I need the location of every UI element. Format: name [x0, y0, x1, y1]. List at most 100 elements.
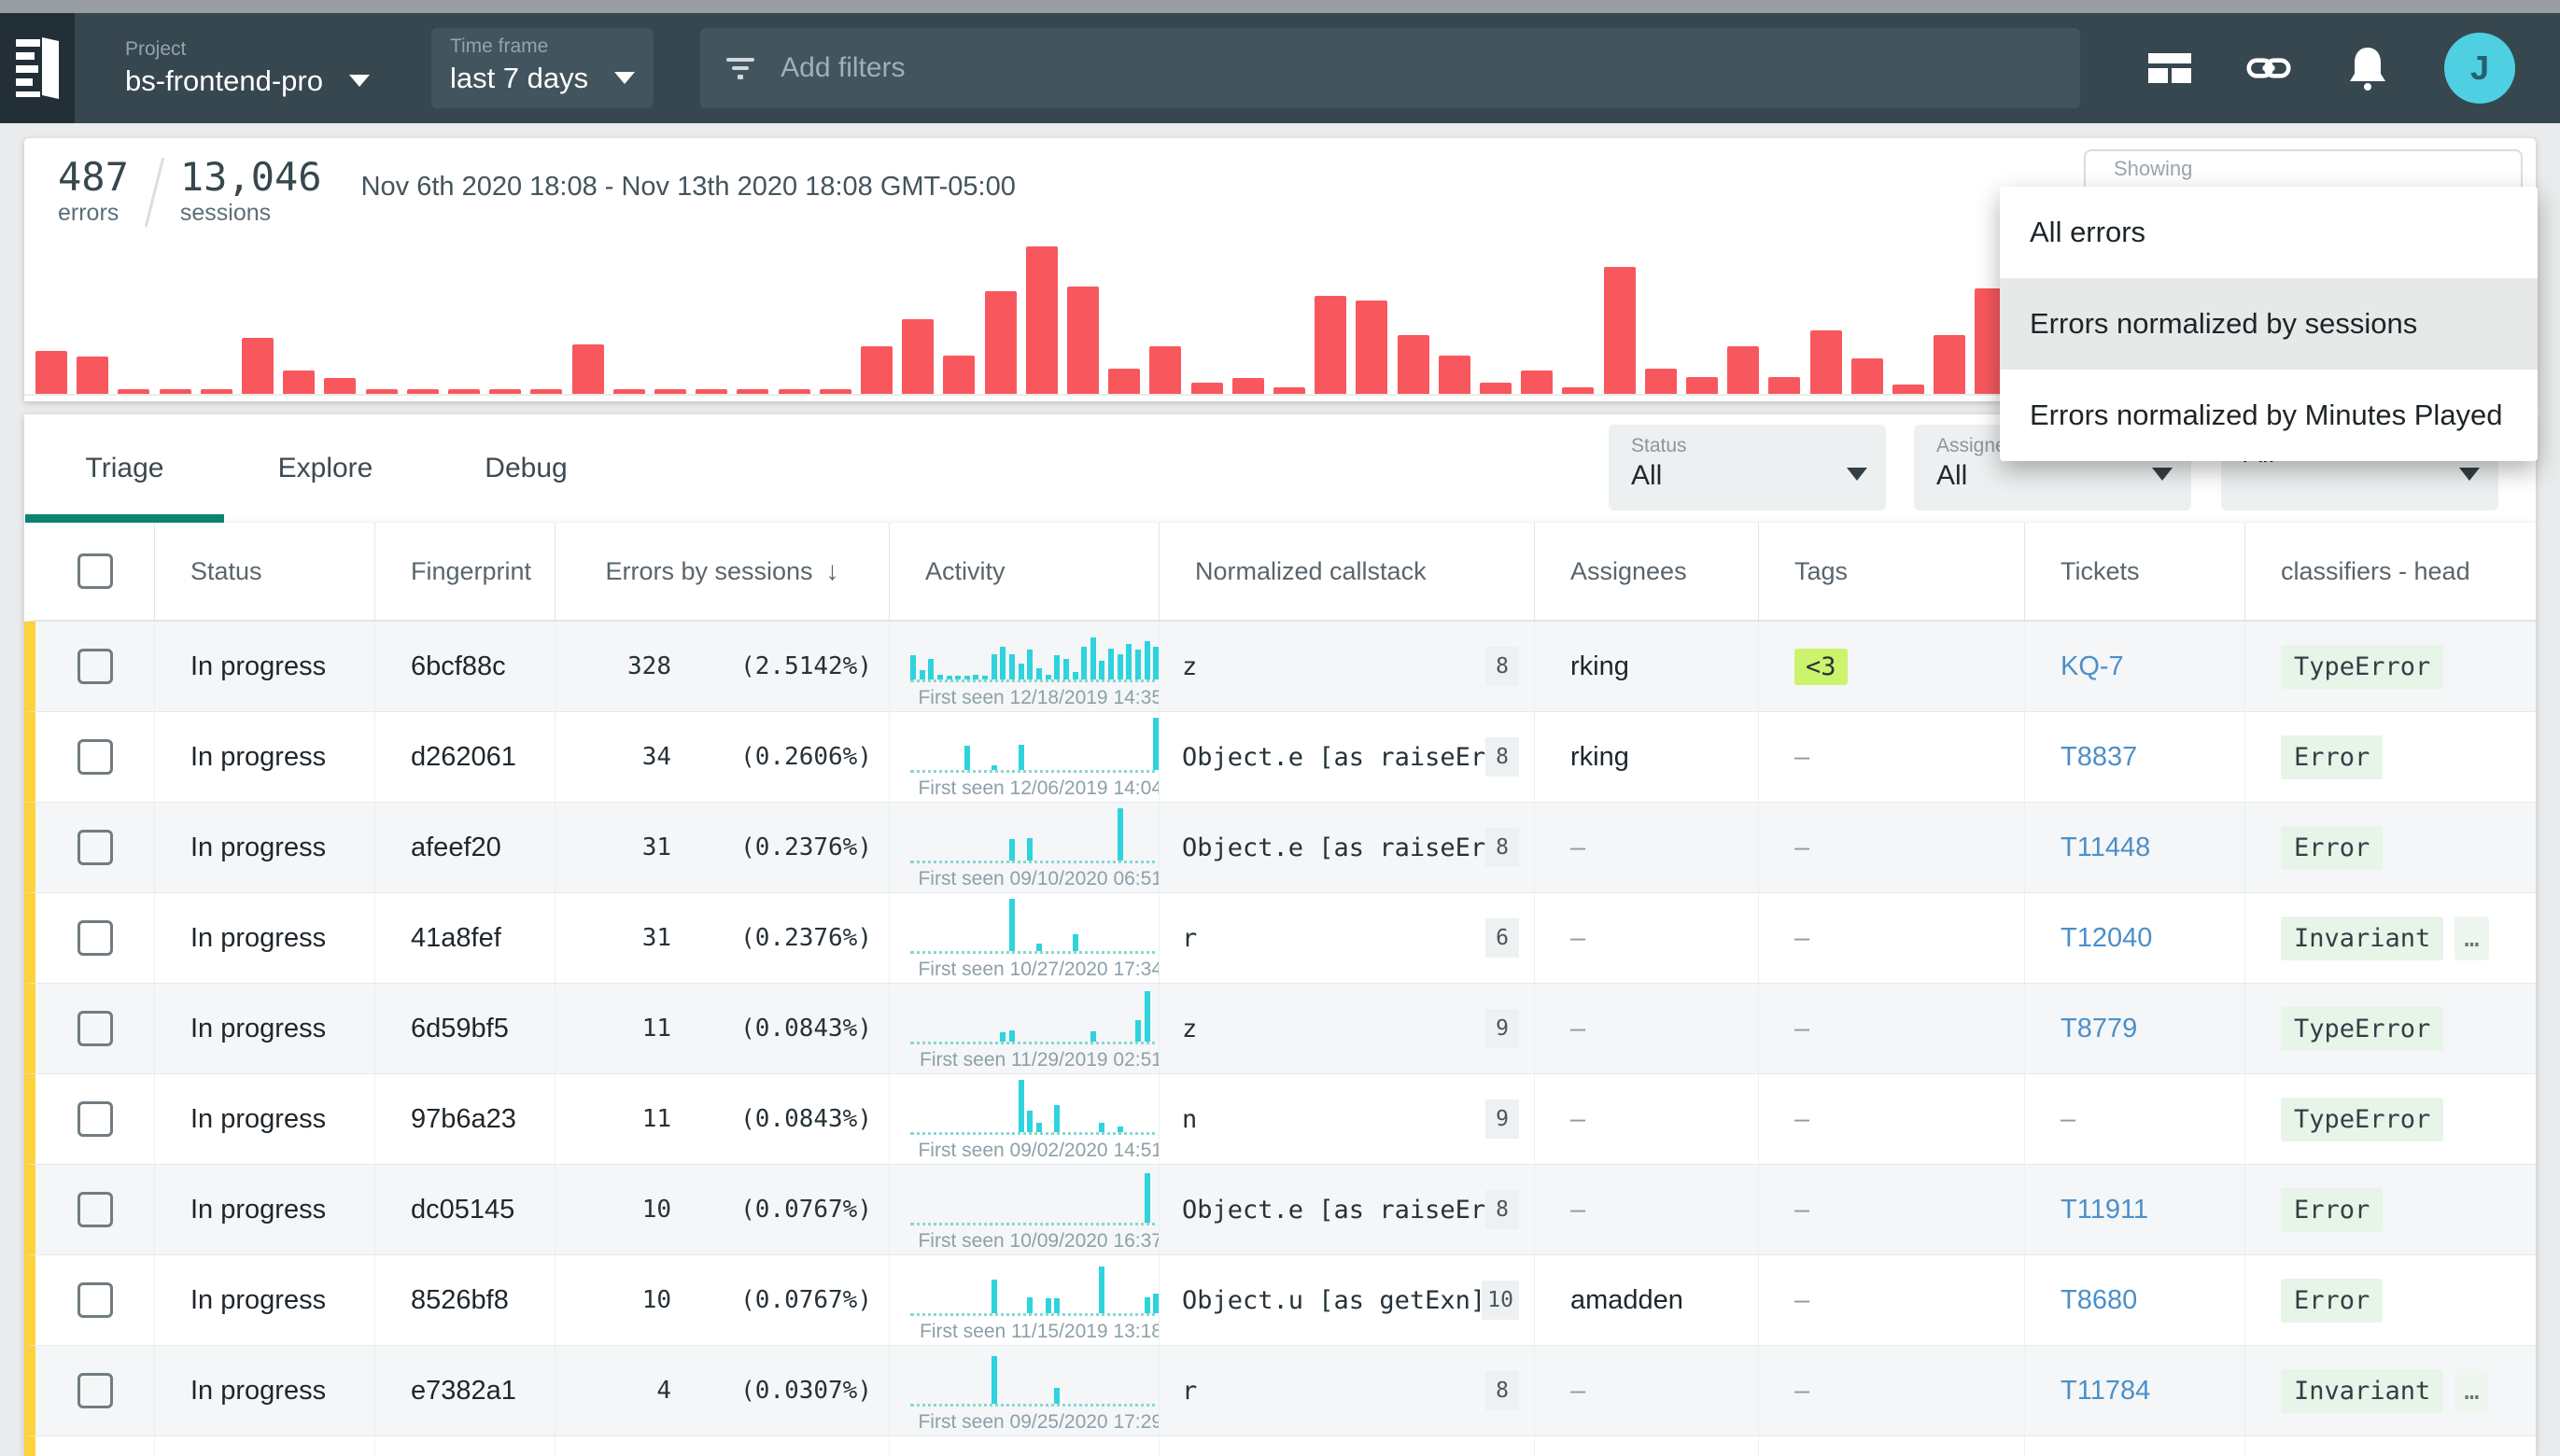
- histogram-bar[interactable]: [1480, 383, 1512, 394]
- histogram-bar[interactable]: [1232, 378, 1264, 394]
- histogram-bar[interactable]: [572, 344, 604, 394]
- row-checkbox[interactable]: [77, 649, 113, 684]
- fingerprint-value[interactable]: 97b6a23: [411, 1104, 516, 1135]
- histogram-bar[interactable]: [737, 389, 768, 394]
- select-all-checkbox[interactable]: [77, 553, 113, 589]
- ticket-link[interactable]: KQ-7: [2061, 651, 2124, 682]
- table-row[interactable]: In progresse7382a14(0.0307%)First seen 0…: [24, 1346, 2536, 1436]
- tab-triage[interactable]: Triage: [24, 414, 225, 523]
- histogram-bar[interactable]: [820, 389, 851, 394]
- table-row[interactable]: In progressdc0514510(0.0767%)First seen …: [24, 1165, 2536, 1255]
- ticket-link[interactable]: T11784: [2061, 1376, 2150, 1407]
- table-row[interactable]: In progress41a8fef31(0.2376%)First seen …: [24, 893, 2536, 984]
- column-header[interactable]: Activity: [890, 523, 1160, 620]
- histogram-bar[interactable]: [1026, 246, 1058, 394]
- fingerprint-value[interactable]: 41a8fef: [411, 923, 501, 954]
- column-header[interactable]: Status: [155, 523, 375, 620]
- histogram-bar[interactable]: [1727, 346, 1759, 394]
- histogram-bar[interactable]: [902, 319, 934, 394]
- histogram-bar[interactable]: [985, 291, 1017, 394]
- histogram-bar[interactable]: [1851, 358, 1883, 394]
- row-checkbox[interactable]: [77, 739, 113, 775]
- column-header[interactable]: classifiers - head: [2245, 523, 2536, 620]
- row-checkbox[interactable]: [77, 1101, 113, 1137]
- tab-explore[interactable]: Explore: [225, 414, 426, 523]
- row-checkbox[interactable]: [77, 1282, 113, 1318]
- histogram-bar[interactable]: [1108, 369, 1140, 394]
- histogram-bar[interactable]: [1398, 335, 1429, 394]
- fingerprint-value[interactable]: afeef20: [411, 833, 501, 863]
- app-logo[interactable]: [0, 13, 75, 123]
- fingerprint-value[interactable]: d262061: [411, 742, 516, 773]
- histogram-bar[interactable]: [489, 389, 521, 394]
- column-header[interactable]: Tickets: [2025, 523, 2245, 620]
- ticket-link[interactable]: T11911: [2061, 1195, 2148, 1225]
- histogram-bar[interactable]: [1521, 371, 1553, 394]
- table-row[interactable]: In progressafeef2031(0.2376%)First seen …: [24, 803, 2536, 893]
- fingerprint-value[interactable]: 8526bf8: [411, 1285, 509, 1316]
- histogram-bar[interactable]: [779, 389, 810, 394]
- column-header[interactable]: Normalized callstack: [1160, 523, 1535, 620]
- fingerprint-value[interactable]: 6bcf88c: [411, 651, 506, 682]
- filter-select-status[interactable]: StatusAll: [1609, 425, 1886, 511]
- histogram-bar[interactable]: [696, 389, 727, 394]
- histogram-bar[interactable]: [1604, 267, 1636, 394]
- histogram-bar[interactable]: [943, 356, 975, 395]
- histogram-bar[interactable]: [1149, 346, 1181, 394]
- histogram-bar[interactable]: [1686, 377, 1718, 394]
- row-checkbox[interactable]: [77, 830, 113, 865]
- histogram-bar[interactable]: [201, 389, 232, 394]
- table-row[interactable]: In progress6d59bf511(0.0843%)First seen …: [24, 984, 2536, 1074]
- ticket-link[interactable]: T8779: [2061, 1014, 2137, 1044]
- histogram-bar[interactable]: [654, 389, 686, 394]
- histogram-bar[interactable]: [77, 357, 108, 394]
- classifier-overflow-chip[interactable]: …: [2455, 917, 2488, 960]
- fingerprint-value[interactable]: 6d59bf5: [411, 1014, 509, 1044]
- histogram-bar[interactable]: [1315, 296, 1346, 394]
- dashboard-icon[interactable]: [2147, 46, 2192, 91]
- classifier-overflow-chip[interactable]: …: [2455, 1369, 2488, 1413]
- histogram-bar[interactable]: [613, 389, 645, 394]
- showing-menu-item[interactable]: Errors normalized by sessions: [2000, 278, 2538, 370]
- tab-debug[interactable]: Debug: [426, 414, 626, 523]
- histogram-bar[interactable]: [1934, 335, 1965, 394]
- histogram-bar[interactable]: [448, 389, 480, 394]
- histogram-bar[interactable]: [118, 389, 149, 394]
- histogram-bar[interactable]: [283, 371, 315, 394]
- histogram-bar[interactable]: [1067, 287, 1099, 394]
- histogram-bar[interactable]: [1439, 356, 1470, 395]
- column-header[interactable]: Tags: [1759, 523, 2025, 620]
- histogram-bar[interactable]: [407, 389, 439, 394]
- link-icon[interactable]: [2246, 46, 2291, 91]
- row-checkbox[interactable]: [77, 1192, 113, 1227]
- column-header[interactable]: Assignees: [1535, 523, 1759, 620]
- histogram-bar[interactable]: [530, 389, 562, 394]
- table-row[interactable]: In progress6bcf88c328(2.5142%)First seen…: [24, 622, 2536, 712]
- fingerprint-value[interactable]: e7382a1: [411, 1376, 516, 1407]
- ticket-link[interactable]: T11448: [2061, 833, 2150, 863]
- histogram-bar[interactable]: [1810, 330, 1842, 394]
- row-checkbox[interactable]: [77, 1373, 113, 1408]
- table-row[interactable]: In progress97b6a2311(0.0843%)First seen …: [24, 1074, 2536, 1165]
- histogram-bar[interactable]: [1356, 301, 1387, 394]
- histogram-bar[interactable]: [242, 338, 274, 394]
- project-selector[interactable]: Project bs-frontend-pro: [125, 38, 370, 98]
- histogram-bar[interactable]: [1768, 377, 1800, 394]
- timeframe-selector[interactable]: Time frame last 7 days: [431, 28, 654, 108]
- table-row[interactable]: In progressd26206134(0.2606%)First seen …: [24, 712, 2536, 803]
- ticket-link[interactable]: T8680: [2061, 1285, 2137, 1316]
- add-filters-input[interactable]: Add filters: [700, 28, 2080, 108]
- sort-desc-icon[interactable]: ↓: [826, 556, 839, 586]
- fingerprint-value[interactable]: dc05145: [411, 1195, 514, 1225]
- table-row[interactable]: In progress8526bf810(0.0767%)First seen …: [24, 1255, 2536, 1346]
- histogram-bar[interactable]: [366, 389, 398, 394]
- ticket-link[interactable]: T12040: [2061, 923, 2152, 954]
- ticket-link[interactable]: T8837: [2061, 742, 2137, 773]
- showing-menu-item[interactable]: All errors: [2000, 187, 2538, 278]
- histogram-bar[interactable]: [1273, 387, 1305, 394]
- tag-chip[interactable]: <3: [1794, 649, 1848, 685]
- column-header[interactable]: Errors by sessions↓: [556, 523, 890, 620]
- row-checkbox[interactable]: [77, 1011, 113, 1046]
- histogram-bar[interactable]: [1892, 385, 1924, 394]
- column-header[interactable]: Fingerprint: [375, 523, 556, 620]
